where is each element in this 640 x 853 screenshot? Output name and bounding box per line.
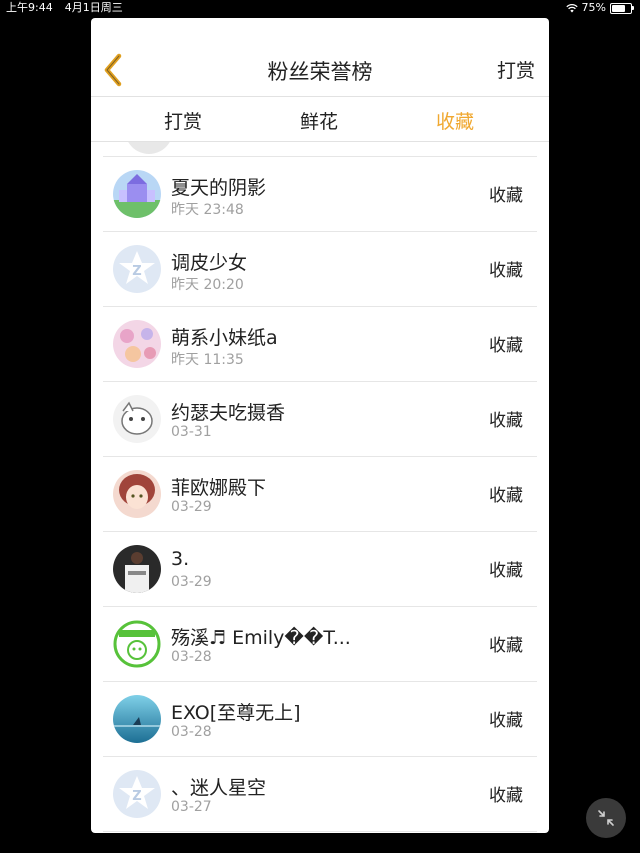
battery-percent: 75% [581, 1, 606, 14]
nav-bar: 粉丝荣誉榜 打赏 [91, 18, 549, 97]
fan-time: 03-28 [171, 649, 212, 665]
list-item[interactable]: Z 、迷人星空 03-27 收藏 [103, 757, 537, 832]
list-item[interactable]: 萌系小妹纸a 昨天 11:35 收藏 [103, 307, 537, 382]
fan-name: EXO[至尊无上] [171, 702, 301, 724]
favorite-label: 收藏 [489, 786, 523, 806]
favorite-label: 收藏 [489, 486, 523, 506]
avatar [125, 142, 173, 154]
favorite-label: 收藏 [489, 411, 523, 431]
list-item[interactable]: 约瑟夫吃摄香 03-31 收藏 [103, 382, 537, 457]
list-item[interactable]: 3. 03-29 收藏 [103, 532, 537, 607]
list-item[interactable]: 殇溪♬ Emily��T... 03-28 收藏 [103, 607, 537, 682]
list-item[interactable]: 菲欧娜殿下 03-29 收藏 [103, 457, 537, 532]
anime-avatar [113, 470, 161, 518]
fan-time: 03-27 [171, 799, 212, 815]
favorite-label: 收藏 [489, 186, 523, 206]
favorite-label: 收藏 [489, 711, 523, 731]
svg-text:Z: Z [132, 789, 141, 804]
list-item-partial [103, 142, 537, 157]
tab-reward[interactable]: 打赏 [133, 107, 233, 134]
fan-list[interactable]: 夏天的阴影 昨天 23:48 收藏 Z 调皮少女 昨天 20:20 收藏 萌系小… [91, 142, 549, 833]
list-item[interactable]: Z 调皮少女 昨天 20:20 收藏 [103, 232, 537, 307]
reward-button[interactable]: 打赏 [497, 56, 535, 83]
tab-favorites[interactable]: 收藏 [405, 107, 505, 134]
fan-name: 夏天的阴影 [171, 177, 267, 199]
favorite-label: 收藏 [489, 561, 523, 581]
collapse-arrows-icon [598, 810, 614, 826]
floral-avatar [113, 320, 161, 368]
page-title: 粉丝荣誉榜 [267, 60, 373, 84]
wifi-icon [565, 3, 578, 13]
fan-name: 约瑟夫吃摄香 [171, 402, 286, 424]
default-avatar: Z [113, 245, 161, 293]
tab-flowers[interactable]: 鲜花 [269, 107, 369, 134]
castle-avatar [113, 170, 161, 218]
tab-bar: 打赏 鲜花 收藏 [91, 97, 549, 142]
fan-time: 03-31 [171, 424, 212, 440]
fan-time: 昨天 23:48 [171, 202, 244, 218]
fan-time: 03-28 [171, 724, 212, 740]
favorite-label: 收藏 [489, 336, 523, 356]
fans-honor-panel: 粉丝荣誉榜 打赏 打赏 鲜花 收藏 夏天的阴影 昨天 23:48 收藏 Z 调皮… [91, 18, 549, 833]
status-date: 4月1日周三 [64, 1, 123, 14]
fan-time: 03-29 [171, 499, 212, 515]
list-item[interactable]: EXO[至尊无上] 03-28 收藏 [103, 682, 537, 757]
status-time: 上午9:44 [6, 1, 53, 14]
status-bar: 上午9:44 4月1日周三 75% [0, 0, 640, 16]
fan-name: 、迷人星空 [171, 777, 267, 799]
fan-time: 昨天 20:20 [171, 277, 244, 293]
svg-text:Z: Z [132, 264, 141, 279]
ocean-avatar [113, 695, 161, 743]
collapse-window-button[interactable] [586, 798, 626, 838]
list-item[interactable]: 夏天的阴影 昨天 23:48 收藏 [103, 157, 537, 232]
favorite-label: 收藏 [489, 636, 523, 656]
fan-name: 3. [171, 548, 190, 570]
green-badge-avatar [113, 620, 161, 668]
sketch-avatar [113, 395, 161, 443]
fan-time: 昨天 11:35 [171, 352, 244, 368]
photo-avatar [113, 545, 161, 593]
favorite-label: 收藏 [489, 261, 523, 281]
fan-name: 菲欧娜殿下 [171, 477, 267, 499]
battery-icon [610, 2, 634, 14]
fan-time: 03-29 [171, 574, 212, 590]
fan-name: 调皮少女 [171, 252, 248, 274]
fan-name: 萌系小妹纸a [171, 327, 278, 349]
default-avatar: Z [113, 770, 161, 818]
fan-name: 殇溪♬ Emily��T... [171, 627, 351, 649]
